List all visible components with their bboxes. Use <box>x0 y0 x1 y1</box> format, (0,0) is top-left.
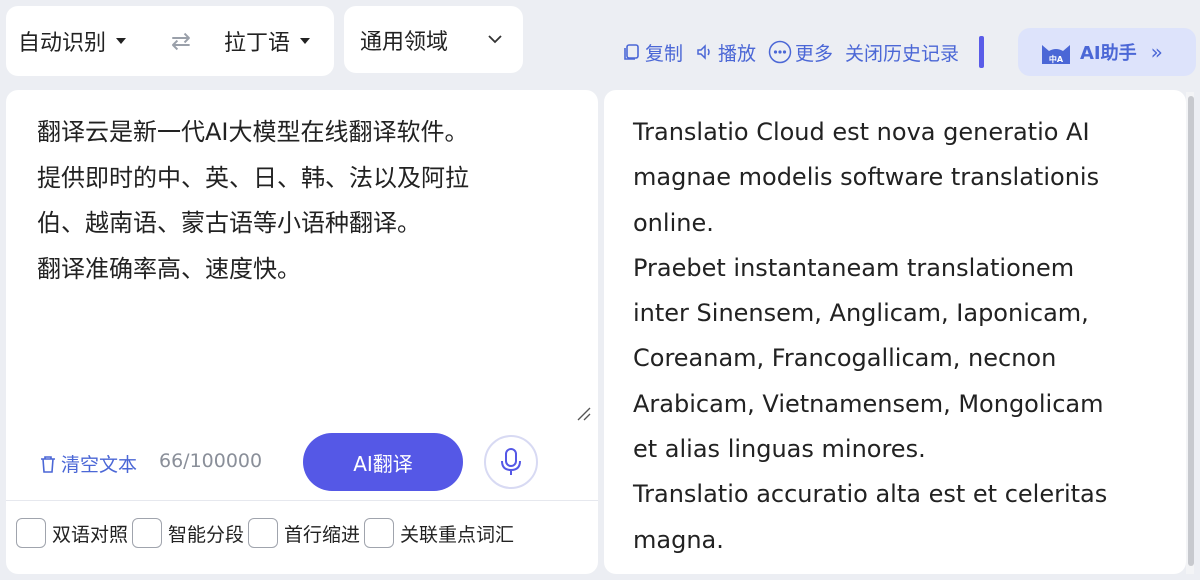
more-dots-icon <box>768 40 792 64</box>
chevron-down-icon <box>488 35 502 44</box>
more-button[interactable]: 更多 <box>768 39 833 66</box>
translation-output-text: Translatio Cloud est nova generatio AI m… <box>633 118 1108 554</box>
option-label: 双语对照 <box>52 523 129 546</box>
play-button[interactable]: 播放 <box>695 39 756 66</box>
caret-down-icon <box>300 38 311 44</box>
trash-icon <box>41 455 55 473</box>
more-label: 更多 <box>795 42 834 65</box>
domain-dropdown[interactable]: 通用领域 <box>344 6 523 73</box>
history-label: 关闭历史记录 <box>845 42 960 65</box>
swap-arrows-icon[interactable]: ⇄ <box>166 28 196 54</box>
clear-text-label: 清空文本 <box>61 454 138 476</box>
translation-output-panel: Translatio Cloud est nova generatio AI m… <box>604 90 1186 574</box>
source-panel: 翻译云是新一代AI大模型在线翻译软件。 提供即时的中、英、日、韩、法以及阿拉 伯… <box>6 90 598 574</box>
caret-down-icon <box>116 38 127 44</box>
option-smart-paragraph[interactable]: 智能分段 <box>132 518 244 548</box>
ai-cat-icon: 中A <box>1042 45 1070 64</box>
target-language-label: 拉丁语 <box>224 31 291 56</box>
svg-text:中A: 中A <box>1049 54 1064 64</box>
play-label: 播放 <box>718 42 757 65</box>
options-divider <box>6 500 598 501</box>
domain-label: 通用领域 <box>360 29 449 55</box>
option-bilingual[interactable]: 双语对照 <box>16 518 128 548</box>
copy-label: 复制 <box>645 42 684 65</box>
translation-options: 双语对照 智能分段 首行缩进 关联重点词汇 <box>16 518 518 548</box>
checkbox[interactable] <box>132 518 163 548</box>
source-language-label: 自动识别 <box>18 31 107 56</box>
checkbox[interactable] <box>248 518 279 548</box>
speaker-icon <box>697 44 710 60</box>
language-selector: 自动识别 ⇄ 拉丁语 <box>6 6 334 76</box>
output-scrollbar-thumb[interactable] <box>1188 96 1194 566</box>
double-chevron-right-icon: » <box>1150 40 1163 64</box>
option-label: 智能分段 <box>168 523 245 546</box>
toolbar-divider <box>979 36 985 68</box>
option-label: 关联重点词汇 <box>400 523 515 546</box>
source-language-dropdown[interactable]: 自动识别 <box>18 6 127 76</box>
clear-text-button[interactable]: 清空文本 <box>39 450 137 477</box>
checkbox[interactable] <box>364 518 395 548</box>
checkbox[interactable] <box>16 518 46 548</box>
source-text-input[interactable]: 翻译云是新一代AI大模型在线翻译软件。 提供即时的中、英、日、韩、法以及阿拉 伯… <box>37 110 567 292</box>
copy-icon <box>624 44 639 60</box>
ai-helper-button[interactable]: 中A AI助手 » <box>1018 28 1196 76</box>
ai-helper-label: AI助手 <box>1080 43 1137 64</box>
close-history-button[interactable]: 关闭历史记录 <box>845 39 959 66</box>
copy-button[interactable]: 复制 <box>622 39 683 66</box>
option-first-line-indent[interactable]: 首行缩进 <box>248 518 360 548</box>
output-toolbar: 复制 播放 更多 关闭历史记录 <box>622 28 992 76</box>
ai-translate-button[interactable]: AI翻译 <box>303 433 463 491</box>
option-key-terms[interactable]: 关联重点词汇 <box>364 518 514 548</box>
option-label: 首行缩进 <box>284 523 361 546</box>
char-count: 66/100000 <box>159 450 263 472</box>
voice-input-button[interactable] <box>484 435 538 489</box>
resize-handle-icon[interactable] <box>575 405 591 421</box>
target-language-dropdown[interactable]: 拉丁语 <box>224 6 311 76</box>
microphone-icon <box>501 448 521 475</box>
